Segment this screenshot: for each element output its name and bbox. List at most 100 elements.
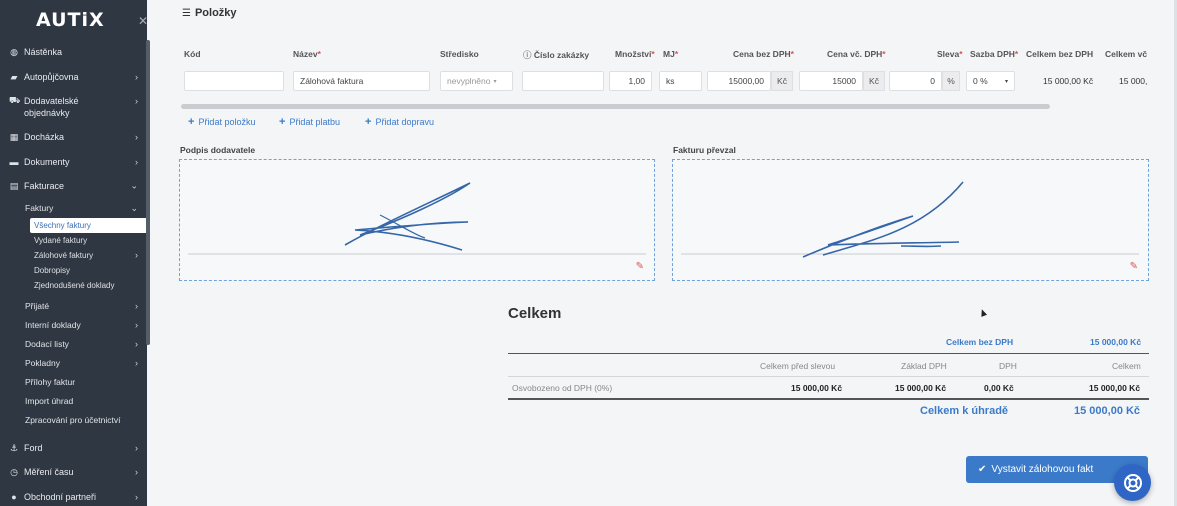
kod-input[interactable] bbox=[184, 71, 284, 91]
col-header-kod: Kód bbox=[184, 49, 201, 59]
sidebar-item-autopujcovna[interactable]: ▰ Autopůjčovna › bbox=[0, 65, 147, 90]
dashboard-icon: ◍ bbox=[10, 47, 18, 58]
stredisko-select[interactable]: nevyplněno ▾ bbox=[440, 71, 513, 91]
col-header-nazev: Název* bbox=[293, 49, 321, 59]
field-value: Zálohová faktura bbox=[300, 76, 364, 86]
sidebar-sub-vsechny-faktury[interactable]: Všechny faktury bbox=[30, 217, 147, 233]
field-value: 15000 bbox=[832, 76, 856, 86]
anchor-icon: ⚓ bbox=[9, 442, 19, 453]
sidebar-sub-faktury[interactable]: Faktury ⌄ bbox=[0, 199, 147, 218]
sidebar-item-obchodni-partneri[interactable]: ● Obchodní partneři › bbox=[0, 485, 147, 506]
sidebar-sub-zpracovani[interactable]: Zpracování pro účetnictví bbox=[0, 411, 147, 430]
header-text: Cena bez DPH bbox=[733, 49, 791, 59]
sidebar-item-dochazka[interactable]: ▦ Docházka › bbox=[0, 125, 147, 150]
add-shipping-link[interactable]: + Přidat dopravu bbox=[365, 116, 434, 128]
field-value: 0 % bbox=[973, 76, 988, 86]
header-text: Množství bbox=[615, 49, 652, 59]
sidebar-sub-label: Zálohové faktury bbox=[34, 250, 94, 260]
header-text: Cena vč. DPH bbox=[827, 49, 883, 59]
required-mark: * bbox=[651, 49, 655, 59]
plus-icon: + bbox=[365, 116, 372, 128]
supplier-signature-label: Podpis dodavatele bbox=[180, 145, 256, 155]
col-header-cislo-zakazky: ⓘ Číslo zakázky bbox=[523, 49, 589, 61]
mj-input[interactable]: ks bbox=[659, 71, 702, 91]
chevron-right-icon: › bbox=[135, 339, 138, 349]
sidebar-sub-zjednodusene-doklady[interactable]: Zjednodušené doklady bbox=[0, 278, 147, 293]
sidebar-item-label: Fakturace bbox=[24, 181, 65, 192]
sidebar-sub-label: Zpracování pro účetnictví bbox=[25, 415, 121, 425]
field-value: 1,00 bbox=[628, 76, 645, 86]
table-horizontal-scrollbar[interactable] bbox=[181, 104, 1050, 109]
chevron-right-icon: › bbox=[135, 250, 138, 260]
sidebar-sub-vydane-faktury[interactable]: Vydané faktury bbox=[0, 233, 147, 248]
chevron-right-icon: › bbox=[135, 96, 138, 106]
section-title-text: Položky bbox=[194, 7, 237, 19]
cena-bez-input[interactable]: 15000,00 bbox=[707, 71, 771, 91]
sidebar-sub-prilohy-faktur[interactable]: Přílohy faktur bbox=[0, 373, 147, 392]
sidebar-sub-label: Všechny faktury bbox=[34, 220, 91, 230]
add-payment-link[interactable]: + Přidat platbu bbox=[279, 116, 340, 128]
sidebar-sub-label: Interní doklady bbox=[25, 320, 81, 330]
cena-bez-currency: Kč bbox=[771, 71, 793, 91]
totals-row-zaklad: 15 000,00 Kč bbox=[895, 383, 947, 393]
add-item-link[interactable]: + Přidat položku bbox=[188, 116, 255, 128]
sidebar: AUTiX ✕ ◍ Nástěnka ▰ Autopůjčovna › ⛟ Do… bbox=[0, 0, 147, 506]
sidebar-sub-label: Dobropisy bbox=[34, 265, 71, 275]
cena-vc-input[interactable]: 15000 bbox=[799, 71, 863, 91]
sidebar-sub-dodaci-listy[interactable]: Dodací listy › bbox=[0, 335, 147, 354]
sidebar-sub-interni-doklady[interactable]: Interní doklady › bbox=[0, 316, 147, 335]
chevron-right-icon: › bbox=[135, 71, 138, 82]
required-mark: * bbox=[790, 49, 794, 59]
required-mark: * bbox=[674, 49, 679, 59]
eraser-icon[interactable]: ✎ bbox=[1130, 261, 1138, 272]
sidebar-item-dokumenty[interactable]: ▬ Dokumenty › bbox=[0, 150, 147, 175]
totals-col-pred-slevou: Celkem před slevou bbox=[760, 361, 836, 371]
sidebar-item-nastenka[interactable]: ◍ Nástěnka bbox=[0, 40, 147, 65]
sidebar-sub-pokladny[interactable]: Pokladny › bbox=[0, 354, 147, 373]
caret-down-icon: ▾ bbox=[1004, 78, 1008, 85]
sidebar-sub-label: Zjednodušené doklady bbox=[34, 280, 115, 290]
sidebar-item-dodavatelske-objednavky[interactable]: ⛟ Dodavatelské objednávky › bbox=[0, 89, 147, 125]
col-header-celkem-vc: Celkem vč bbox=[1105, 49, 1147, 59]
supplier-signature-pad[interactable]: ✎ bbox=[179, 159, 655, 281]
header-text: Název bbox=[293, 49, 318, 59]
close-sidebar-icon[interactable]: ✕ bbox=[138, 14, 147, 28]
sidebar-sub-label: Vydané faktury bbox=[34, 235, 88, 245]
totals-title: Celkem bbox=[508, 305, 562, 322]
cislo-zakazky-input[interactable] bbox=[522, 71, 604, 91]
sidebar-sub-import-uhrad[interactable]: Import úhrad bbox=[0, 392, 147, 411]
sidebar-sub-dobropisy[interactable]: Dobropisy bbox=[0, 263, 147, 278]
k-uhrade-value: 15 000,00 Kč bbox=[1074, 405, 1141, 417]
sidebar-item-ford[interactable]: ⚓ Ford › bbox=[0, 436, 147, 461]
support-fab[interactable] bbox=[1114, 464, 1151, 501]
sidebar-item-label: Autopůjčovna bbox=[24, 71, 79, 82]
addon-text: Kč bbox=[869, 76, 879, 86]
field-value: ks bbox=[666, 76, 675, 86]
totals-row-divider bbox=[508, 376, 1149, 377]
supplier-signature-drawing bbox=[188, 182, 646, 255]
eraser-icon[interactable]: ✎ bbox=[636, 261, 644, 272]
col-header-stredisko: Středisko bbox=[440, 49, 479, 59]
chevron-right-icon: › bbox=[135, 132, 138, 143]
link-text: Přidat položku bbox=[198, 117, 256, 127]
folder-icon: ▬ bbox=[9, 156, 19, 167]
totals-col-zaklad: Základ DPH bbox=[901, 361, 947, 371]
received-signature-pad[interactable]: ✎ bbox=[672, 159, 1149, 281]
field-value: 0 bbox=[930, 76, 935, 86]
totals-row-celkem: 15 000,00 Kč bbox=[1089, 383, 1141, 393]
header-text: Středisko bbox=[440, 49, 479, 59]
sidebar-sub-prijate[interactable]: Přijaté › bbox=[0, 297, 147, 316]
addon-text: % bbox=[947, 76, 955, 86]
sidebar-item-fakturace[interactable]: ▤ Fakturace ⌄ bbox=[0, 174, 147, 199]
mnozstvi-input[interactable]: 1,00 bbox=[609, 71, 652, 91]
sazba-select[interactable]: 0 % ▾ bbox=[966, 71, 1015, 91]
col-header-sazba: Sazba DPH* bbox=[970, 49, 1018, 59]
sidebar-item-label: Obchodní partneři bbox=[24, 491, 97, 502]
nazev-input[interactable]: Zálohová faktura bbox=[293, 71, 430, 91]
sidebar-item-label: Dodavatelské objednávky bbox=[24, 96, 79, 118]
sleva-input[interactable]: 0 bbox=[889, 71, 942, 91]
sidebar-sub-zalohove-faktury[interactable]: Zálohové faktury › bbox=[0, 248, 147, 263]
k-uhrade-label: Celkem k úhradě bbox=[920, 405, 1009, 417]
totals-divider bbox=[508, 353, 1149, 354]
sidebar-item-mereni-casu[interactable]: ◷ Měření času › bbox=[0, 460, 147, 485]
